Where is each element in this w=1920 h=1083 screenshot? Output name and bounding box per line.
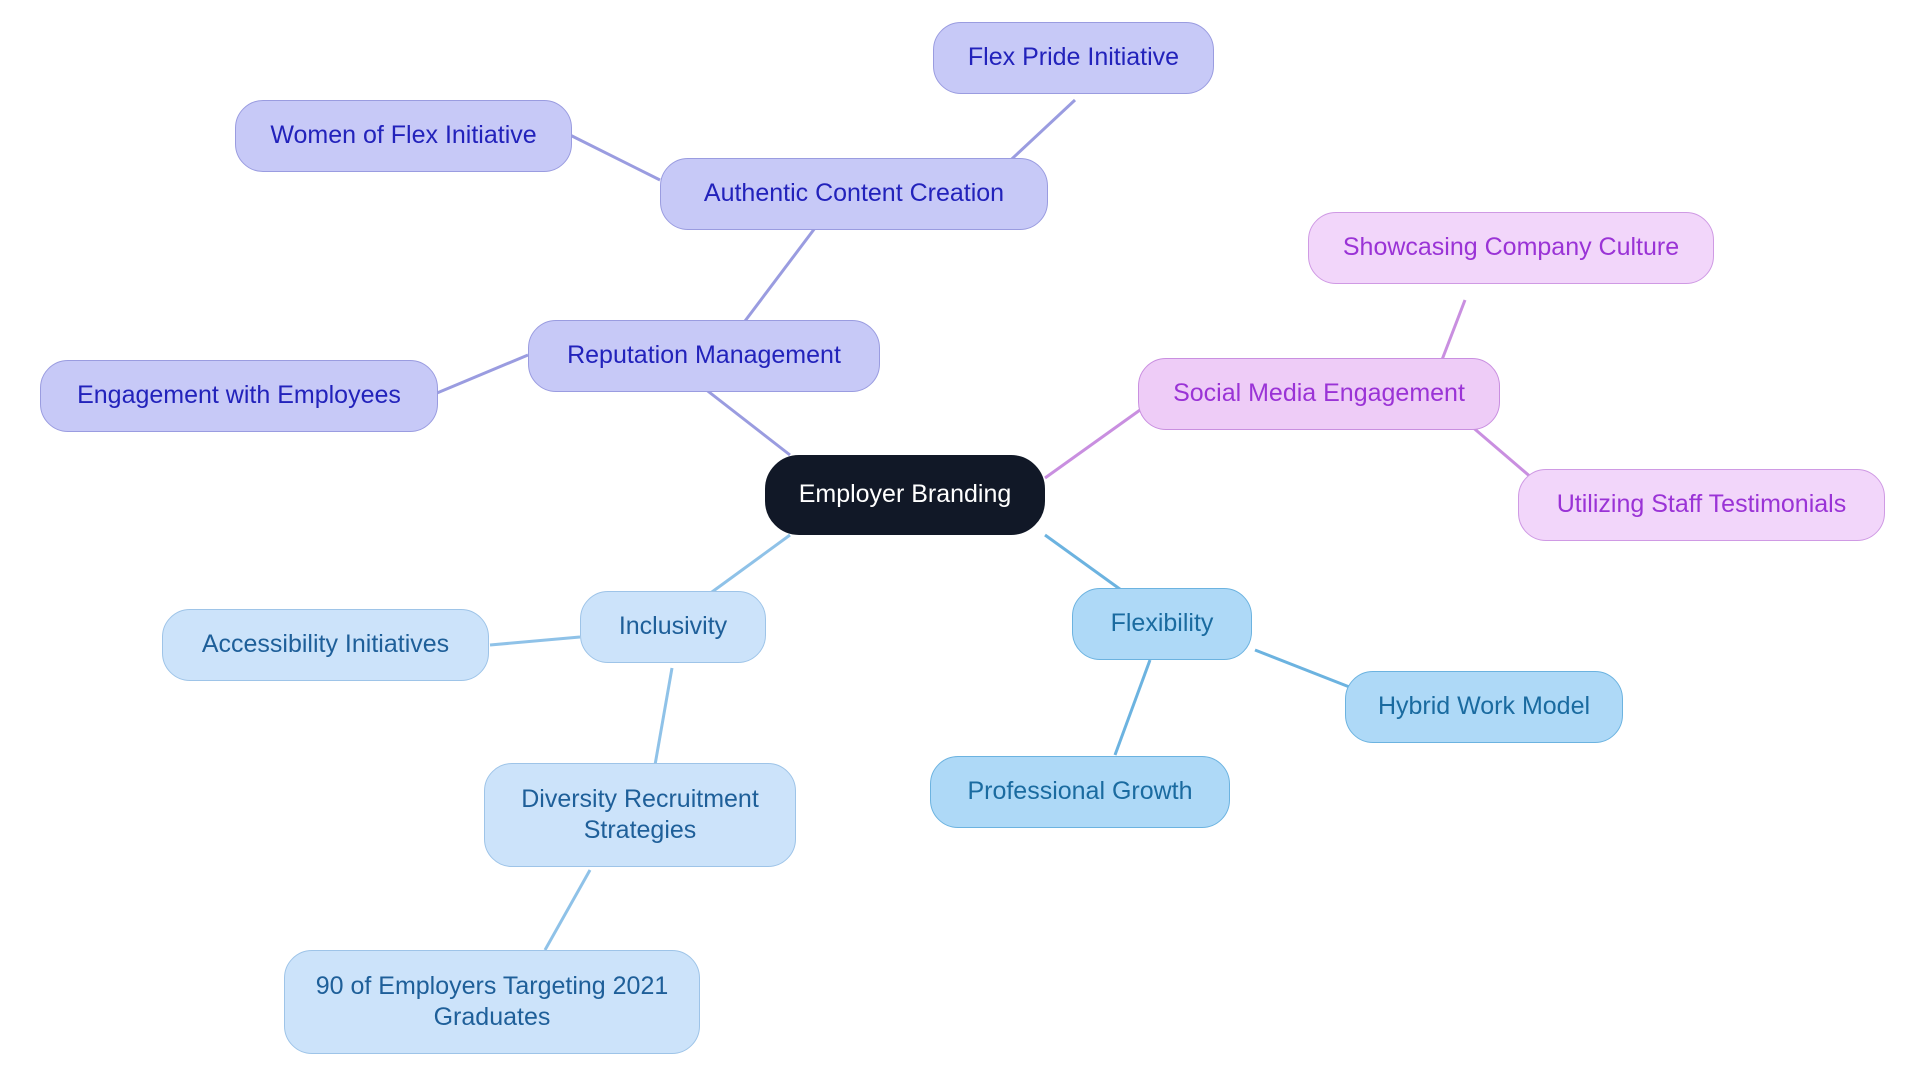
node-diversity-recruitment-strategies[interactable]: Diversity Recruitment Strategies <box>484 763 796 867</box>
node-employers-targeting-graduates[interactable]: 90 of Employers Targeting 2021 Graduates <box>284 950 700 1054</box>
node-engagement-with-employees[interactable]: Engagement with Employees <box>40 360 438 432</box>
node-flex-pride-initiative[interactable]: Flex Pride Initiative <box>933 22 1214 94</box>
node-authentic-content-creation[interactable]: Authentic Content Creation <box>660 158 1048 230</box>
node-women-of-flex-initiative[interactable]: Women of Flex Initiative <box>235 100 572 172</box>
node-professional-growth[interactable]: Professional Growth <box>930 756 1230 828</box>
node-reputation-management[interactable]: Reputation Management <box>528 320 880 392</box>
node-hybrid-work-model[interactable]: Hybrid Work Model <box>1345 671 1623 743</box>
edge-root-social-media <box>1044 408 1141 480</box>
edge-reputation-management-engagement <box>436 353 529 395</box>
node-employer-branding[interactable]: Employer Branding <box>765 455 1045 535</box>
edge-inclusivity-accessibility <box>489 635 581 647</box>
edge-flexibility-hybrid-work-model <box>1254 648 1353 690</box>
edge-inclusivity-diversity-recruitment <box>653 667 674 766</box>
mindmap-canvas: Employer Branding Reputation Management … <box>0 0 1920 1083</box>
node-inclusivity[interactable]: Inclusivity <box>580 591 766 663</box>
node-showcasing-company-culture[interactable]: Showcasing Company Culture <box>1308 212 1714 284</box>
node-accessibility-initiatives[interactable]: Accessibility Initiatives <box>162 609 489 681</box>
edge-root-reputation-management <box>699 383 791 457</box>
edge-authentic-content-women-of-flex <box>569 133 661 182</box>
edge-reputation-management-authentic-content <box>740 227 817 326</box>
node-utilizing-staff-testimonials[interactable]: Utilizing Staff Testimonials <box>1518 469 1885 541</box>
edge-diversity-recruitment-employers-targeting <box>543 869 592 951</box>
edge-flexibility-professional-growth <box>1113 659 1152 756</box>
node-social-media-engagement[interactable]: Social Media Engagement <box>1138 358 1500 430</box>
edge-social-media-showcasing-culture <box>1438 299 1467 366</box>
node-flexibility[interactable]: Flexibility <box>1072 588 1252 660</box>
